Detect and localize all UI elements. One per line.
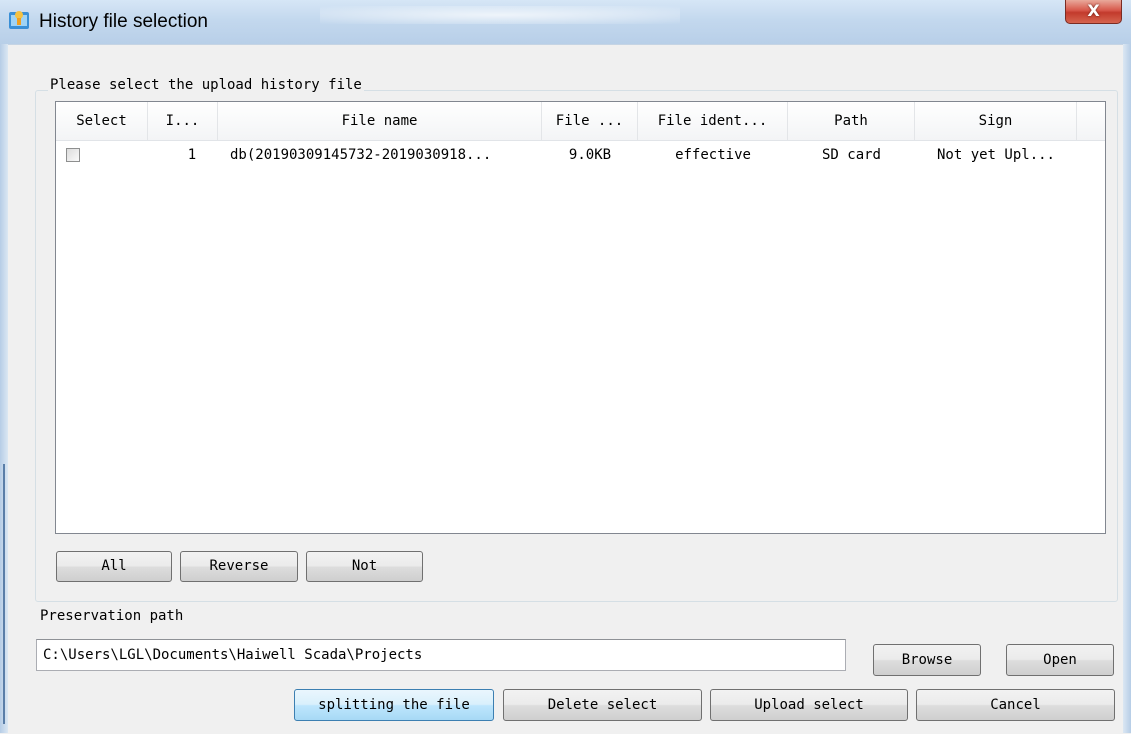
split-file-button[interactable]: splitting the file	[294, 689, 494, 721]
app-icon	[9, 11, 29, 29]
browse-button[interactable]: Browse	[873, 644, 981, 676]
column-header-file-size[interactable]: File ...	[542, 102, 638, 140]
column-header-file-name[interactable]: File name	[218, 102, 542, 140]
right-window-frame	[1123, 44, 1131, 733]
column-header-index[interactable]: I...	[148, 102, 218, 140]
title-glow	[320, 6, 680, 24]
file-size-cell: 9.0KB	[568, 147, 612, 163]
preservation-path-label: Preservation path	[40, 608, 184, 624]
column-header-path[interactable]: Path	[788, 102, 915, 140]
select-cell	[56, 140, 148, 170]
title-bar[interactable]: History file selection X	[0, 0, 1131, 44]
select-all-button[interactable]: All	[56, 551, 172, 582]
file-name-cell: db(20190309145732-2019030918...	[230, 147, 492, 163]
history-file-table[interactable]: Select I... File name File ... File iden…	[55, 101, 1106, 534]
column-header-sign[interactable]: Sign	[915, 102, 1077, 140]
left-window-frame	[0, 44, 8, 733]
open-button[interactable]: Open	[1006, 644, 1114, 676]
reverse-selection-button[interactable]: Reverse	[180, 551, 298, 582]
file-identity-cell: effective	[675, 147, 751, 163]
path-cell: SD card	[821, 147, 881, 163]
upload-select-button[interactable]: Upload select	[710, 689, 908, 721]
select-none-button[interactable]: Not	[306, 551, 423, 582]
column-header-select[interactable]: Select	[56, 102, 148, 140]
row-select-checkbox[interactable]	[66, 148, 80, 162]
delete-select-button[interactable]: Delete select	[503, 689, 702, 721]
close-button[interactable]: X	[1065, 0, 1122, 24]
preservation-path-input[interactable]	[36, 639, 846, 671]
sign-cell: Not yet Upl...	[936, 147, 1055, 163]
table-row[interactable]: 1 db(20190309145732-2019030918... 9.0KB …	[56, 140, 1105, 170]
column-header-file-identity[interactable]: File ident...	[638, 102, 788, 140]
index-cell: 1	[187, 147, 197, 163]
table-header: Select I... File name File ... File iden…	[56, 102, 1105, 141]
cancel-button[interactable]: Cancel	[916, 689, 1115, 721]
window-title: History file selection	[39, 11, 208, 32]
groupbox-legend: Please select the upload history file	[48, 76, 364, 94]
